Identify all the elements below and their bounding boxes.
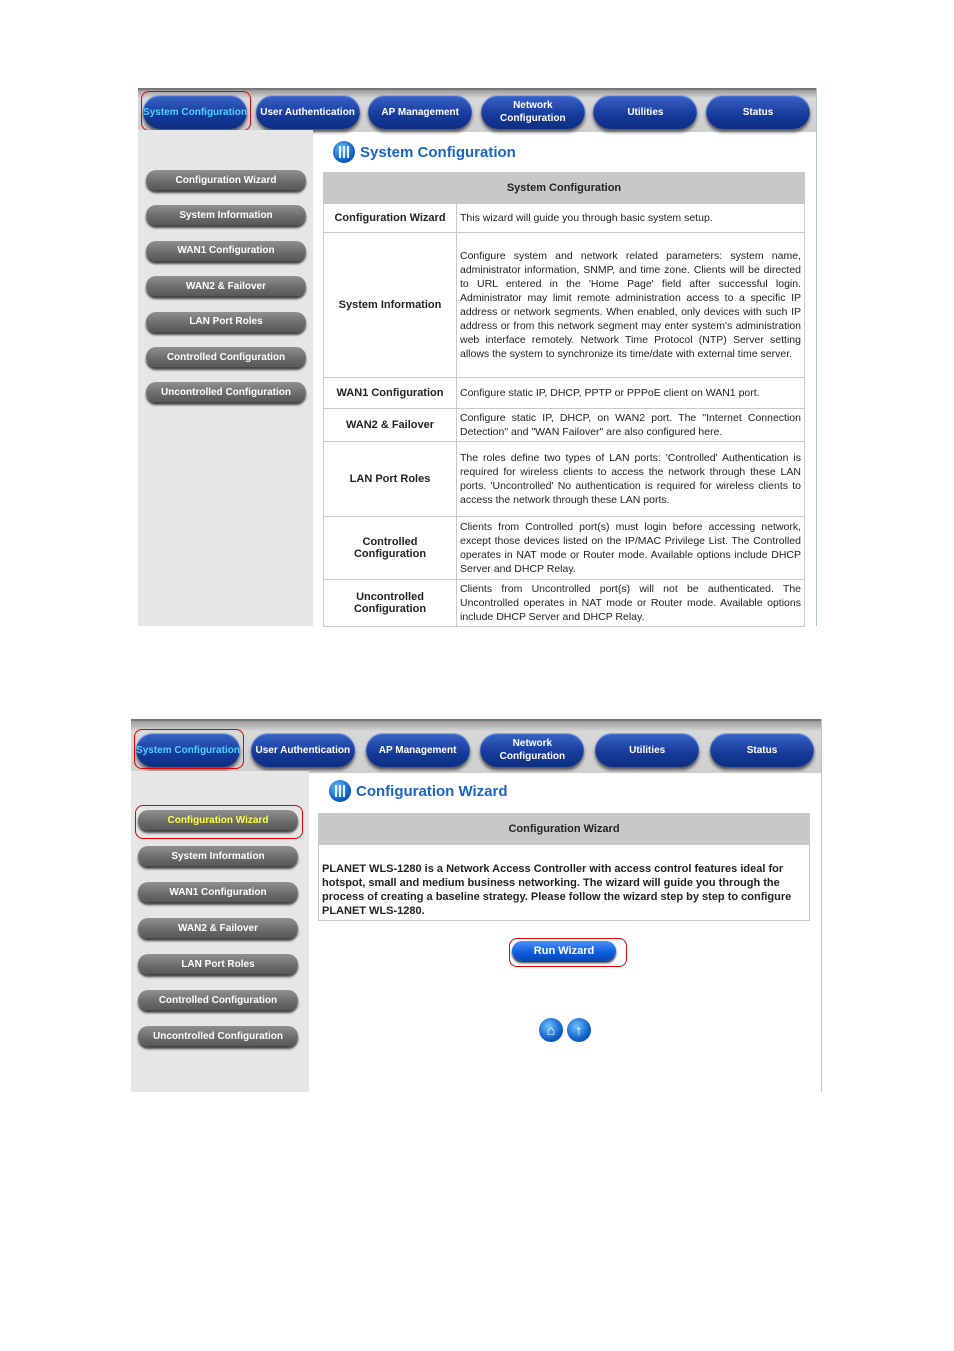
table-row: Configuration Wizard This wizard will gui… [323,203,805,233]
sidebar-item-uncontrolled-configuration[interactable]: Uncontrolled Configuration [146,382,306,403]
row-key: System Information [323,232,457,378]
tab-user-authentication[interactable]: User Authentication [250,733,355,767]
sidebar-item-configuration-wizard[interactable]: Configuration Wizard [146,170,306,190]
table-header: System Configuration [323,172,805,204]
row-key: LAN Port Roles [323,441,457,517]
wizard-description: PLANET WLS-1280 is a Network Access Cont… [318,844,810,921]
sidebar-item-controlled-configuration[interactable]: Controlled Configuration [146,347,306,367]
row-value: This wizard will guide you through basic… [456,203,805,233]
table-header: Configuration Wizard [318,813,810,845]
sidebar-item-controlled-configuration[interactable]: Controlled Configuration [138,990,298,1010]
tab-network-configuration[interactable]: Network Configuration [480,95,585,129]
tab-ap-management[interactable]: AP Management [368,95,473,129]
screenshot-configuration-wizard: System Configuration User Authentication A… [131,719,822,1092]
sidebar-item-wan1-configuration[interactable]: WAN1 Configuration [138,882,298,902]
table-row: LAN Port Roles The roles define two types… [323,441,805,517]
tab-highlight [134,729,244,769]
sidebar: Configuration Wizard System Information WA… [138,130,313,626]
tab-user-authentication[interactable]: User Authentication [255,95,360,129]
run-wizard-highlight [509,938,627,967]
row-key: Uncontrolled Configuration [323,579,457,627]
document-page: System Configuration User Authentication A… [0,0,954,1351]
row-value: Clients from Controlled port(s) must log… [456,516,805,580]
globe-icon [329,780,351,802]
sidebar-item-uncontrolled-configuration[interactable]: Uncontrolled Configuration [138,1026,298,1046]
table-row: PLANET WLS-1280 is a Network Access Cont… [318,844,810,921]
globe-icon [333,141,355,163]
row-value: Configure static IP, DHCP, on WAN2 port.… [456,408,805,442]
row-value: Configure static IP, DHCP, PPTP or PPPoE… [456,377,805,409]
table-row: WAN1 Configuration Configure static IP, D… [323,377,805,409]
home-icon[interactable]: ⌂ [539,1018,563,1042]
sidebar-item-wan1-configuration[interactable]: WAN1 Configuration [146,240,306,261]
system-configuration-table: System Configuration Configuration Wizard… [323,172,805,627]
sidebar-item-system-information[interactable]: System Information [138,846,298,866]
row-value: Clients from Uncontrolled port(s) will n… [456,579,805,627]
configuration-wizard-table: Configuration Wizard PLANET WLS-1280 is a… [318,813,810,921]
page-title: System Configuration [333,141,516,163]
page-title-text: System Configuration [360,143,516,161]
table-row: System Information Configure system and n… [323,232,805,378]
row-value: Configure system and network related par… [456,232,805,378]
table-header-row: System Configuration [323,172,805,204]
sidebar-item-wan2-failover[interactable]: WAN2 & Failover [138,918,298,938]
row-key: WAN1 Configuration [323,377,457,409]
table-row: Controlled Configuration Clients from Con… [323,516,805,580]
sidebar-highlight [135,805,303,839]
screenshot-system-configuration: System Configuration User Authentication A… [138,88,817,627]
row-key: Controlled Configuration [323,516,457,580]
tab-status[interactable]: Status [706,95,810,129]
page-title: Configuration Wizard [329,780,508,802]
table-row: WAN2 & Failover Configure static IP, DHCP… [323,408,805,442]
sidebar-item-wan2-failover[interactable]: WAN2 & Failover [146,276,306,297]
page-title-text: Configuration Wizard [356,782,508,800]
up-arrow-icon[interactable]: ↑ [567,1018,591,1042]
row-key: WAN2 & Failover [323,408,457,442]
sidebar-item-lan-port-roles[interactable]: LAN Port Roles [138,954,298,974]
tab-utilities[interactable]: Utilities [595,733,700,767]
table-row: Uncontrolled Configuration Clients from U… [323,579,805,627]
tab-network-configuration[interactable]: Network Configuration [480,733,585,767]
tab-highlight [141,91,251,131]
sidebar-item-lan-port-roles[interactable]: LAN Port Roles [146,311,306,332]
row-value: The roles define two types of LAN ports:… [456,441,805,517]
sidebar-item-system-information[interactable]: System Information [146,205,306,226]
tab-ap-management[interactable]: AP Management [365,733,470,767]
tab-status[interactable]: Status [710,733,814,767]
row-key: Configuration Wizard [323,203,457,233]
tab-utilities[interactable]: Utilities [593,95,698,129]
table-header-row: Configuration Wizard [318,813,810,845]
